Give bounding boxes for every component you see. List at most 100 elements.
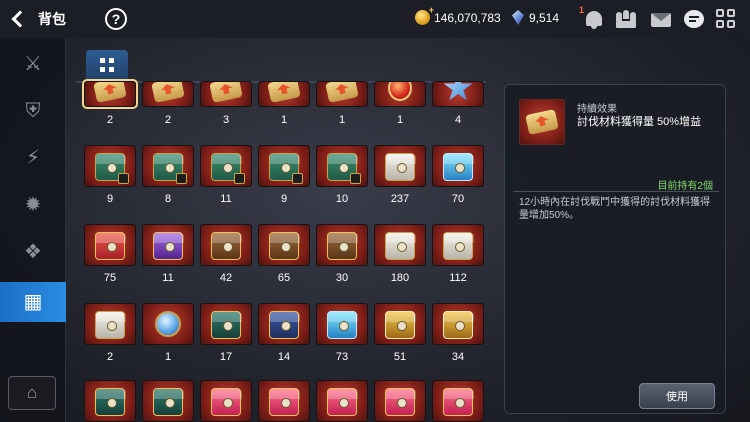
item-count: 2 [106,114,114,126]
sword-icon: ⚔ [24,53,42,75]
sidebar-item-chest[interactable]: ▦ [0,282,66,322]
item-count: 30 [335,272,349,284]
shield-icon: ⛨ [25,100,41,122]
item-slot[interactable] [316,380,368,422]
crystal-ball-icon [155,311,181,337]
item-slot[interactable] [258,224,310,266]
item-slot[interactable] [316,224,368,266]
sidebar-item-misc[interactable]: ❖ [0,232,66,272]
item-slot[interactable] [258,145,310,187]
item-slot[interactable] [316,145,368,187]
item-detail-panel: 持續效果 討伐材料獲得量 50%增益 目前持有2個 12小時內在討伐戰鬥中獲得的… [504,84,726,414]
item-slot[interactable] [84,303,136,345]
all-filter-tab[interactable] [86,50,128,82]
item-count: 17 [219,351,233,363]
item-slot[interactable] [432,224,484,266]
item-count: 34 [451,351,465,363]
item-slot[interactable] [374,303,426,345]
item-slot[interactable] [432,303,484,345]
item-slot[interactable] [200,380,252,422]
gold-currency[interactable]: + 146,070,783 [415,5,501,25]
item-slot[interactable] [82,79,138,109]
chest-icon [385,311,416,339]
sidebar-item-material[interactable]: ✹ [0,185,66,225]
item-slot[interactable] [142,303,194,345]
help-button[interactable]: ? [105,8,127,30]
chest-icon [95,311,126,339]
chest-icon [443,232,474,260]
category-sidebar: ⚔ ⛨ ⚡ ✹ ❖ ▦ ⌂ [0,38,66,422]
item-slot[interactable] [374,145,426,187]
gem-currency[interactable]: 9,514 [512,10,559,25]
star-icon [443,82,473,101]
scroll-icon [267,82,301,103]
crystal-icon: ✹ [24,194,42,216]
item-count: 1 [396,114,404,126]
chest-icon [153,388,184,416]
guild-icon[interactable] [615,8,637,30]
item-count: 14 [277,351,291,363]
rank-badge-icon [350,173,361,184]
chest-icon [211,311,242,339]
item-slot[interactable] [142,224,194,266]
item-slot[interactable] [200,303,252,345]
inventory-grid: 2 2 3 1 1 1 4 9 8 11 9 10 237 70 75 11 4… [66,38,498,422]
use-button[interactable]: 使用 [639,383,715,409]
item-slot[interactable] [200,145,252,187]
menu-grid-icon[interactable] [715,8,737,30]
chest-icon [95,388,126,416]
item-slot[interactable] [432,145,484,187]
item-count: 11 [162,272,174,284]
item-count: 10 [335,193,349,205]
chest-icon [385,388,416,416]
sidebar-item-skill[interactable]: ⚡ [0,138,66,178]
sidebar-item-shield[interactable]: ⛨ [0,91,66,131]
item-slot[interactable] [142,145,194,187]
gem-amount: 9,514 [529,10,560,25]
item-slot[interactable] [258,81,310,107]
item-slot[interactable] [258,303,310,345]
chest-icon [95,232,126,260]
item-count: 2 [164,114,172,126]
item-slot[interactable] [142,380,194,422]
selected-item-icon [519,99,565,145]
item-slot[interactable] [200,81,252,107]
sidebar-item-equipment[interactable]: ⚔ [0,44,66,84]
item-slot[interactable] [258,380,310,422]
back-arrow-icon [11,10,29,28]
item-count: 70 [451,193,465,205]
chest-icon [327,311,358,339]
item-count: 180 [390,272,410,284]
scroll-icon [209,82,243,103]
storage-button[interactable]: ⌂ [8,376,56,410]
item-slot[interactable] [432,380,484,422]
back-button[interactable]: 背包 [10,8,80,30]
item-slot[interactable] [316,81,368,107]
item-count: 73 [335,351,349,363]
chest-icon [269,388,300,416]
item-count: 65 [277,272,291,284]
item-count: 11 [220,193,232,205]
item-slot[interactable] [84,145,136,187]
rank-badge-icon [118,173,129,184]
item-slot[interactable] [200,224,252,266]
lightning-icon: ⚡ [25,147,41,169]
item-slot[interactable] [84,380,136,422]
mail-icon[interactable] [650,8,672,30]
item-slot[interactable] [316,303,368,345]
item-count: 8 [164,193,172,205]
item-slot[interactable] [84,224,136,266]
item-slot[interactable] [142,81,194,107]
item-slot[interactable] [374,224,426,266]
item-slot[interactable] [432,81,484,107]
item-count: 237 [390,193,410,205]
rank-badge-icon [292,173,303,184]
item-slot[interactable] [374,81,426,107]
item-count: 1 [280,114,288,126]
scroll-icon [151,82,185,103]
notification-bell-icon[interactable]: 1 [579,5,605,30]
rank-badge-icon [176,173,187,184]
scroll-icon [93,82,127,103]
item-slot[interactable] [374,380,426,422]
chat-icon[interactable] [683,8,705,30]
